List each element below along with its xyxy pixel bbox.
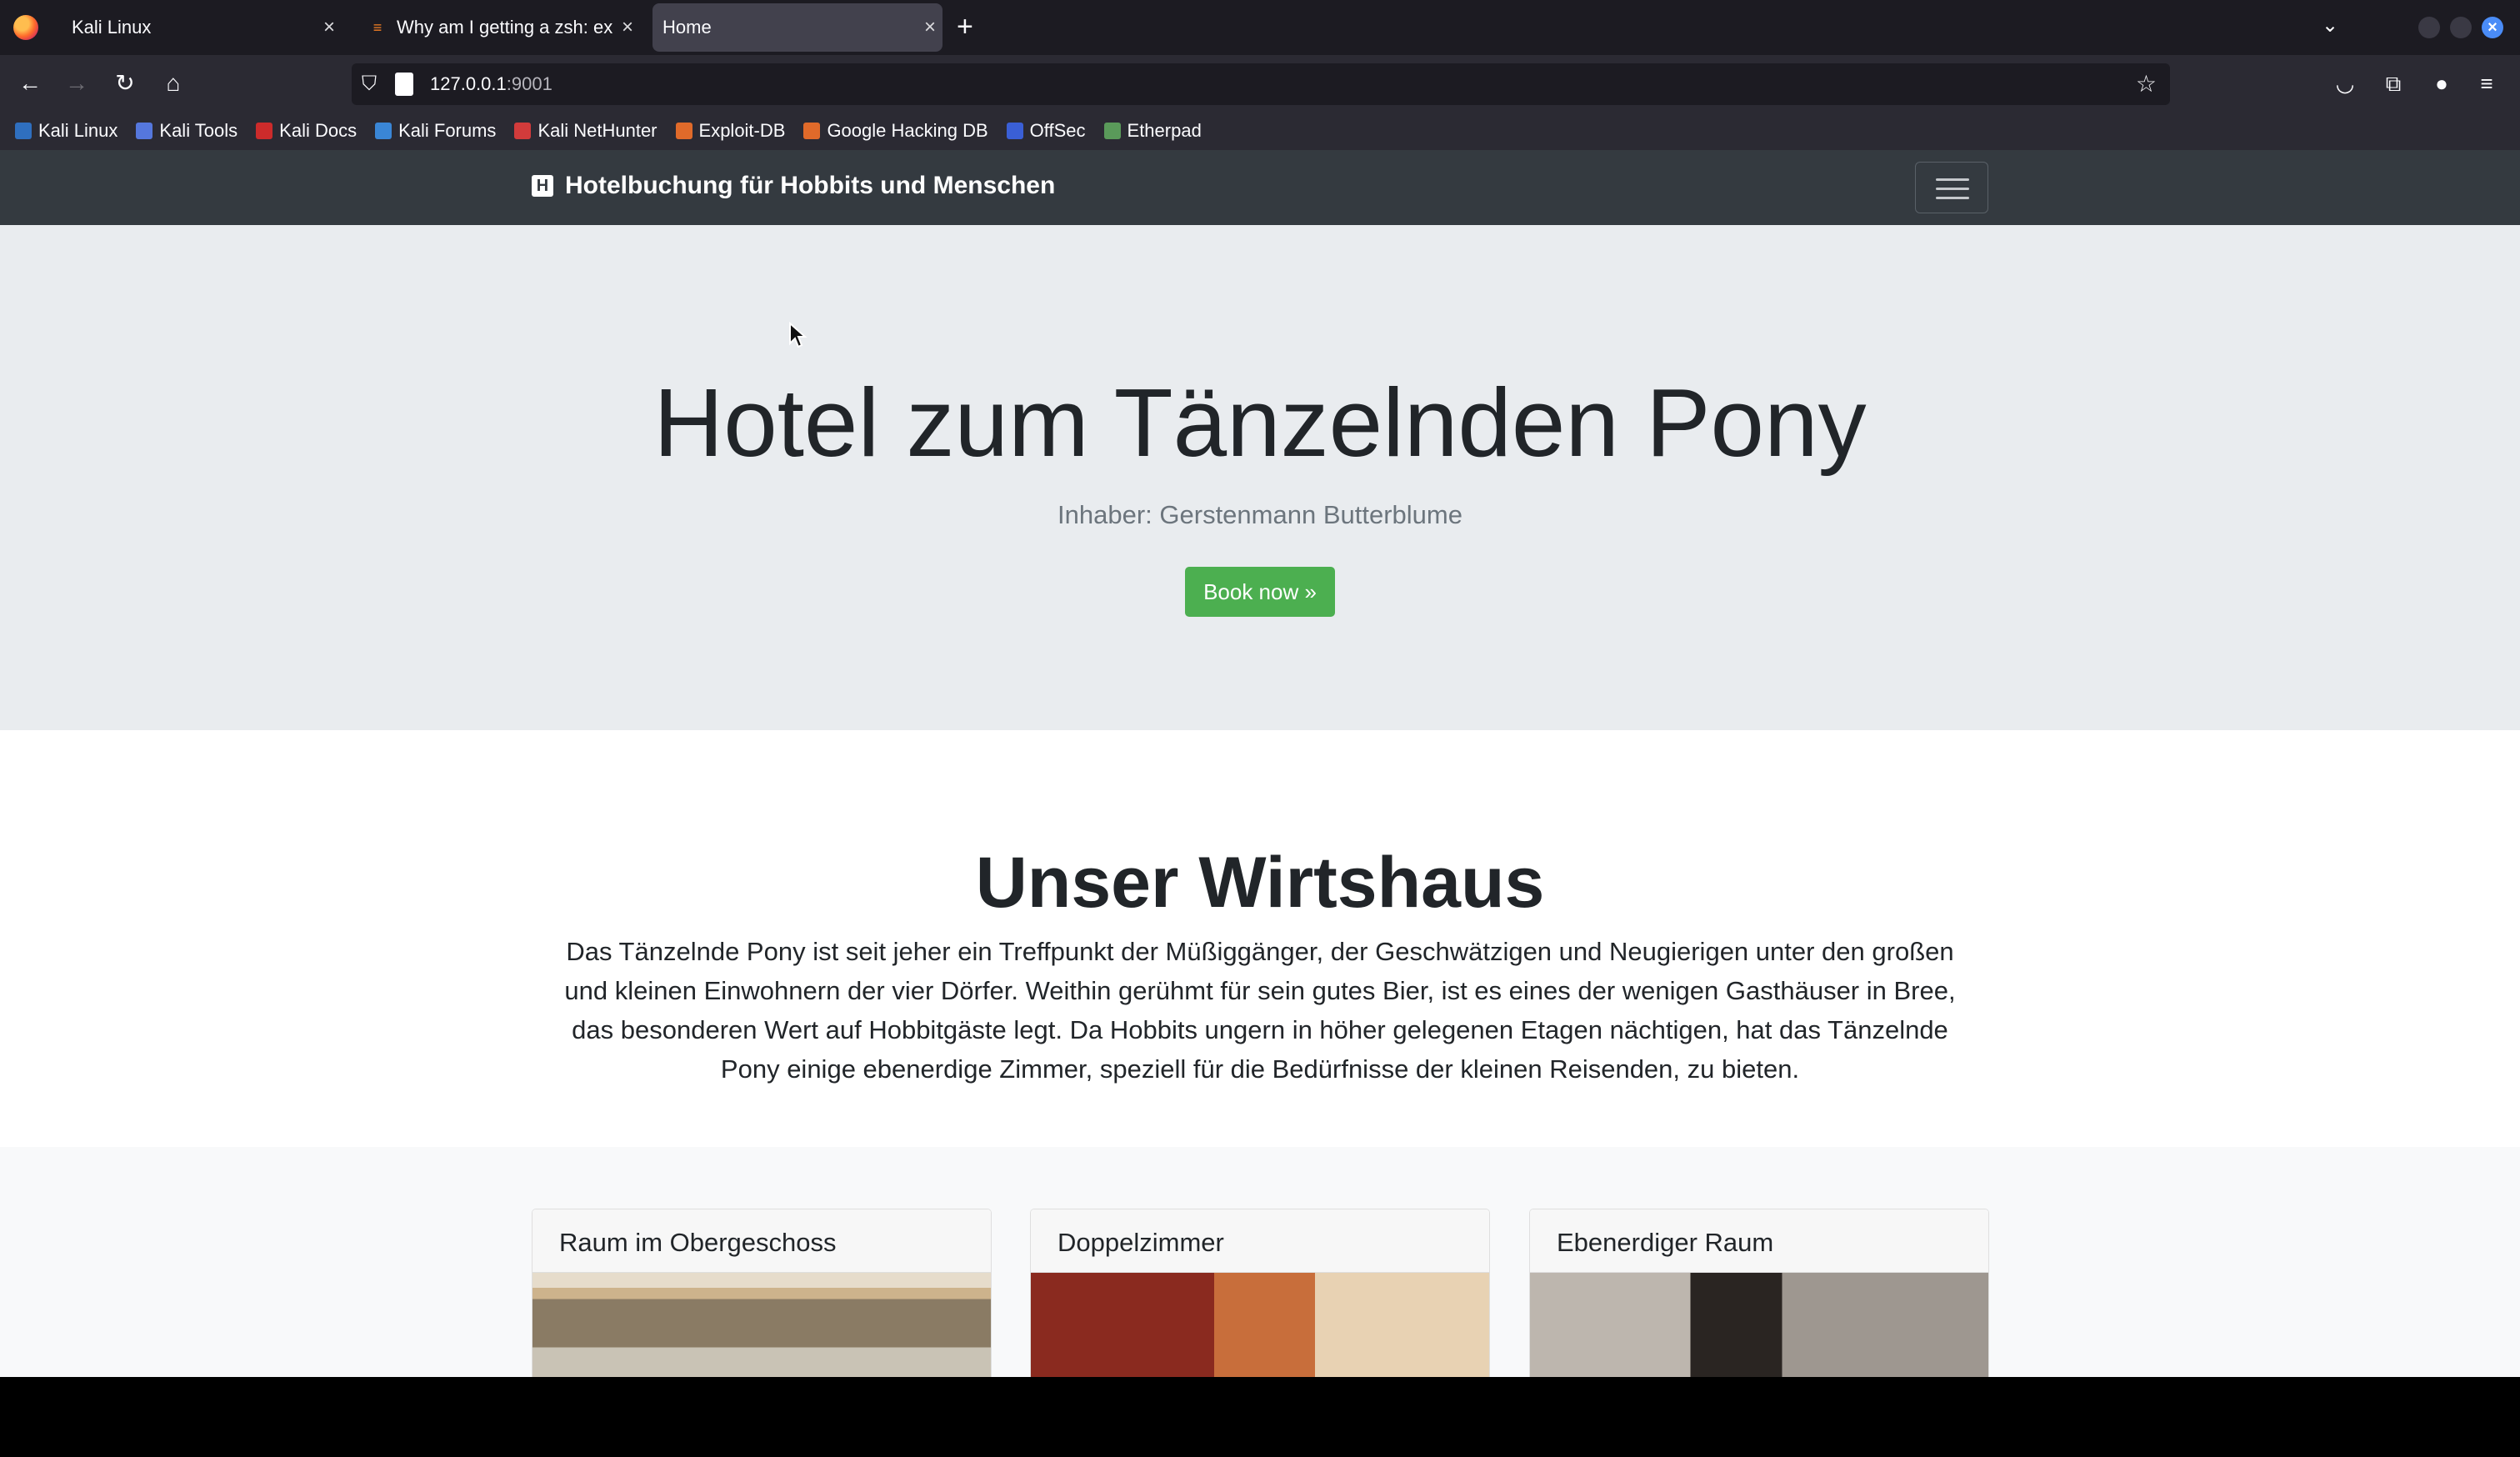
chevron-down-icon[interactable]: ⌄ [2322, 13, 2338, 38]
menu-icon[interactable]: ≡ [2470, 67, 2503, 100]
bookmark-label: Google Hacking DB [827, 120, 988, 141]
screen-bottom-bar [0, 1377, 2520, 1457]
nethunter-icon [514, 123, 532, 139]
url-port: :9001 [506, 73, 552, 94]
bookmark-label: Kali Tools [159, 120, 238, 141]
profile-icon[interactable]: ● [2425, 67, 2458, 100]
maximize-button[interactable] [2450, 17, 2472, 38]
bookmark-star-icon[interactable]: ☆ [2136, 70, 2157, 98]
kali-docs-icon [256, 123, 273, 139]
bookmark-kali-linux[interactable]: Kali Linux [15, 120, 118, 142]
reload-icon[interactable]: ↻ [107, 65, 143, 102]
close-icon[interactable]: × [317, 16, 342, 39]
tab-title: Home [662, 17, 712, 38]
bookmark-label: Exploit-DB [698, 120, 786, 141]
extensions-icon[interactable]: ⧉ [2377, 67, 2410, 100]
offsec-icon [1006, 123, 1023, 139]
tab-title: Why am I getting a zsh: ex [397, 17, 613, 38]
room-image [1031, 1273, 1489, 1377]
tab-kali-linux[interactable]: Kali Linux × [58, 3, 342, 52]
bookmark-label: OffSec [1029, 120, 1086, 141]
home-icon[interactable]: ⌂ [155, 65, 192, 102]
brand-text: Hotelbuchung für Hobbits und Menschen [565, 172, 1056, 199]
web-page: H Hotelbuchung für Hobbits und Menschen … [0, 150, 2520, 1377]
bookmark-label: Kali Linux [38, 120, 118, 141]
hotel-icon: H [532, 175, 553, 197]
site-brand[interactable]: H Hotelbuchung für Hobbits und Menschen [532, 172, 1055, 200]
room-card-title: Raum im Obergeschoss [532, 1209, 991, 1273]
room-image [1530, 1273, 1988, 1377]
exploit-db-icon [675, 123, 692, 139]
close-window-button[interactable]: × [2482, 17, 2503, 38]
hero-section: Hotel zum Tänzelnden Pony Inhaber: Gerst… [0, 225, 2520, 730]
hero-subtitle: Inhaber: Gerstenmann Butterblume [1058, 500, 1462, 529]
room-card[interactable]: Raum im Obergeschoss [532, 1209, 992, 1377]
firefox-icon [13, 15, 38, 40]
bookmark-kali-forums[interactable]: Kali Forums [375, 120, 496, 142]
about-text: Das Tänzelnde Pony ist seit jeher ein Tr… [564, 937, 1956, 1084]
bookmark-kali-docs[interactable]: Kali Docs [256, 120, 357, 142]
room-card-title: Ebenerdiger Raum [1530, 1209, 1988, 1273]
tab-home[interactable]: Home × [652, 3, 942, 52]
navigation-toolbar: ← → ↻ ⌂ ⛉ 127.0.0.1:9001 ☆ ◡ ⧉ ● ≡ [0, 55, 2520, 112]
bookmark-offsec[interactable]: OffSec [1006, 120, 1086, 142]
stackoverflow-icon: ≡ [372, 18, 382, 36]
shield-icon[interactable]: ⛉ [362, 73, 383, 96]
hero-title: Hotel zum Tänzelnden Pony [653, 368, 1867, 477]
bookmark-kali-tools[interactable]: Kali Tools [136, 120, 238, 142]
bookmark-exploit-db[interactable]: Exploit-DB [675, 120, 786, 142]
book-now-button[interactable]: Book now » [1185, 567, 1335, 617]
site-navbar: H Hotelbuchung für Hobbits und Menschen [0, 150, 2520, 225]
room-card[interactable]: Doppelzimmer [1030, 1209, 1490, 1377]
forward-arrow-icon[interactable]: → [58, 65, 95, 102]
ghdb-icon [803, 123, 821, 139]
back-arrow-icon[interactable]: ← [12, 65, 48, 102]
minimize-button[interactable] [2418, 17, 2440, 38]
page-icon [395, 73, 413, 96]
mouse-cursor-icon [788, 321, 808, 354]
tab-bar: Kali Linux × ≡ Why am I getting a zsh: e… [0, 0, 2520, 55]
etherpad-icon [1103, 123, 1121, 139]
kali-tools-icon [136, 123, 153, 139]
new-tab-plus-icon[interactable]: + [957, 12, 973, 42]
pocket-icon[interactable]: ◡ [2328, 67, 2362, 100]
room-card-title: Doppelzimmer [1031, 1209, 1489, 1273]
bookmark-label: Kali Forums [398, 120, 497, 141]
rooms-section: Raum im Obergeschoss Doppelzimmer Ebener… [0, 1147, 2520, 1377]
tab-stackoverflow[interactable]: ≡ Why am I getting a zsh: ex × [357, 3, 640, 52]
navbar-toggler-hamburger-icon[interactable] [1915, 162, 1988, 213]
url-text[interactable]: 127.0.0.1:9001 [430, 73, 552, 95]
bookmark-etherpad[interactable]: Etherpad [1103, 120, 1202, 142]
room-card[interactable]: Ebenerdiger Raum [1529, 1209, 1989, 1377]
bookmarks-bar: Kali Linux Kali Tools Kali Docs Kali For… [0, 112, 2520, 150]
room-image [532, 1273, 991, 1377]
tab-title: Kali Linux [72, 17, 152, 38]
bookmark-kali-nethunter[interactable]: Kali NetHunter [514, 120, 658, 142]
bookmark-google-hacking-db[interactable]: Google Hacking DB [803, 120, 988, 142]
kali-dragon-icon [15, 123, 32, 139]
close-icon[interactable]: × [615, 16, 640, 39]
about-title: Unser Wirtshaus [975, 843, 1545, 923]
kali-forums-icon [375, 123, 392, 139]
address-bar[interactable]: ⛉ 127.0.0.1:9001 ☆ [352, 63, 2170, 105]
close-icon[interactable]: × [918, 16, 942, 39]
bookmark-label: Kali Docs [279, 120, 358, 141]
bookmark-label: Kali NetHunter [538, 120, 658, 141]
url-host: 127.0.0.1 [430, 73, 507, 94]
bookmark-label: Etherpad [1127, 120, 1202, 141]
